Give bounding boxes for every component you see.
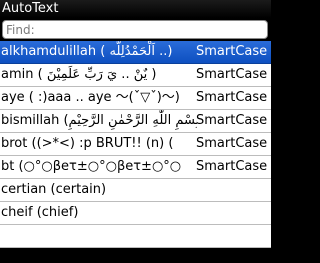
list-item[interactable]: alkhamdulillah ( اَلْحَمْدُلِلّه ..) Sma… (0, 41, 271, 64)
list-item[interactable]: brot ((>*<) :p BRUT!! (n) ( SmartCase (0, 133, 271, 156)
list-item[interactable]: bt (○°○βeτ±○°○βeτ±○°○ SmartCase (0, 156, 271, 179)
list-item[interactable]: aye ( :)aaa .. aye ～(ˇ▽ˇ)～) SmartCase (0, 87, 271, 110)
entry-type: SmartCase (196, 90, 268, 105)
entry-text: cheif (chief) (1, 205, 79, 220)
autotext-list: alkhamdulillah ( اَلْحَمْدُلِلّه ..) Sma… (0, 41, 271, 248)
entry-text: amin ( يٌنْ .. يَ رَبِّ عَلَمِيْنَ ) (1, 67, 157, 82)
entry-text: bt (○°○βeτ±○°○βeτ±○°○ (1, 159, 182, 174)
list-item[interactable]: certian (certain) (0, 179, 271, 202)
entry-text: certian (certain) (1, 182, 107, 197)
autotext-screen: AutoText alkhamdulillah ( اَلْحَمْدُلِلّ… (0, 0, 271, 263)
list-item[interactable]: cheif (chief) (0, 202, 271, 225)
list-item[interactable] (0, 225, 271, 248)
list-item[interactable]: bismillah (بِسْمِ اللّٰهِ الرَّحْمٰنِ ال… (0, 110, 271, 133)
find-bar (0, 18, 271, 41)
entry-type: SmartCase (196, 136, 268, 151)
entry-type: SmartCase (196, 159, 268, 174)
entry-text: bismillah (بِسْمِ اللّٰهِ الرَّحْمٰنِ ال… (1, 113, 197, 128)
entry-text: brot ((>*<) :p BRUT!! (n) ( (1, 136, 174, 151)
list-item[interactable]: amin ( يٌنْ .. يَ رَبِّ عَلَمِيْنَ ) Sma… (0, 64, 271, 87)
find-field[interactable] (2, 20, 268, 39)
entry-text: alkhamdulillah ( اَلْحَمْدُلِلّه ..) (1, 44, 173, 59)
entry-text: aye ( :)aaa .. aye ～(ˇ▽ˇ)～) (1, 90, 180, 105)
find-input[interactable] (6, 22, 236, 37)
entry-type: SmartCase (196, 44, 268, 59)
window-title: AutoText (0, 0, 271, 18)
entry-type: SmartCase (196, 113, 268, 128)
entry-type: SmartCase (196, 67, 268, 82)
